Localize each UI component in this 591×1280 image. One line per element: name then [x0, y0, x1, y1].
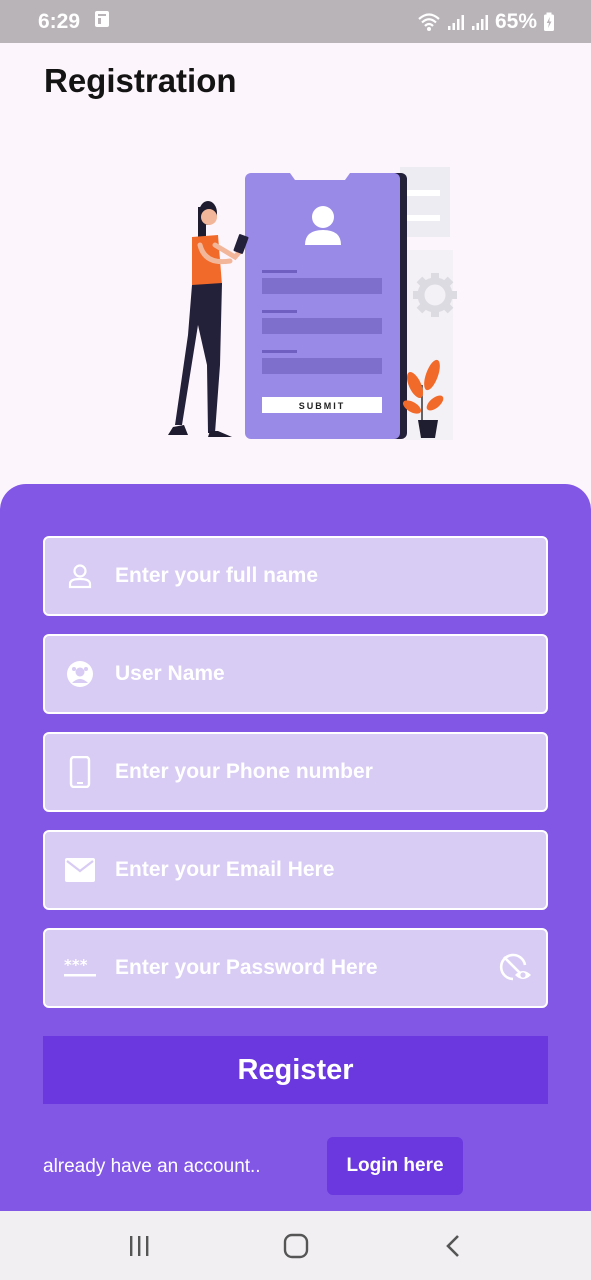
phone-icon	[45, 734, 115, 810]
register-button[interactable]: Register	[43, 1036, 548, 1104]
mail-icon	[45, 832, 115, 908]
svg-text:***: ***	[64, 957, 88, 974]
recent-apps-icon[interactable]	[109, 1221, 169, 1271]
phone-input[interactable]	[115, 734, 546, 810]
already-account-text: already have an account..	[43, 1156, 261, 1177]
email-field[interactable]	[43, 830, 548, 910]
signal-icon-2	[471, 13, 489, 31]
phone-field[interactable]	[43, 732, 548, 812]
password-icon: ***	[45, 930, 115, 1006]
battery-icon	[543, 12, 555, 32]
home-icon[interactable]	[266, 1221, 326, 1271]
password-input[interactable]	[115, 930, 486, 1006]
illustration-submit-label: SUBMIT	[299, 401, 346, 411]
status-bar: 6:29 65%	[0, 0, 591, 43]
login-here-button[interactable]: Login here	[327, 1137, 463, 1195]
full-name-input[interactable]	[115, 538, 546, 614]
username-input[interactable]	[115, 636, 546, 712]
registration-illustration: SUBMIT	[168, 167, 457, 440]
wifi-icon	[417, 12, 441, 32]
battery-level: 65%	[494, 9, 537, 33]
page-title: Registration	[44, 62, 237, 99]
person-icon	[45, 538, 115, 614]
full-name-field[interactable]	[43, 536, 548, 616]
signal-icon	[447, 13, 465, 31]
email-input[interactable]	[115, 832, 546, 908]
password-field[interactable]: ***	[43, 928, 548, 1008]
username-field[interactable]	[43, 634, 548, 714]
registration-form-panel: *** Register already have an account.. L…	[0, 484, 591, 1214]
face-icon	[45, 636, 115, 712]
show-password-icon[interactable]	[486, 930, 546, 1006]
status-time: 6:29	[38, 9, 81, 33]
notification-icon	[92, 9, 112, 35]
navigation-bar	[0, 1211, 591, 1280]
back-icon[interactable]	[423, 1221, 483, 1271]
